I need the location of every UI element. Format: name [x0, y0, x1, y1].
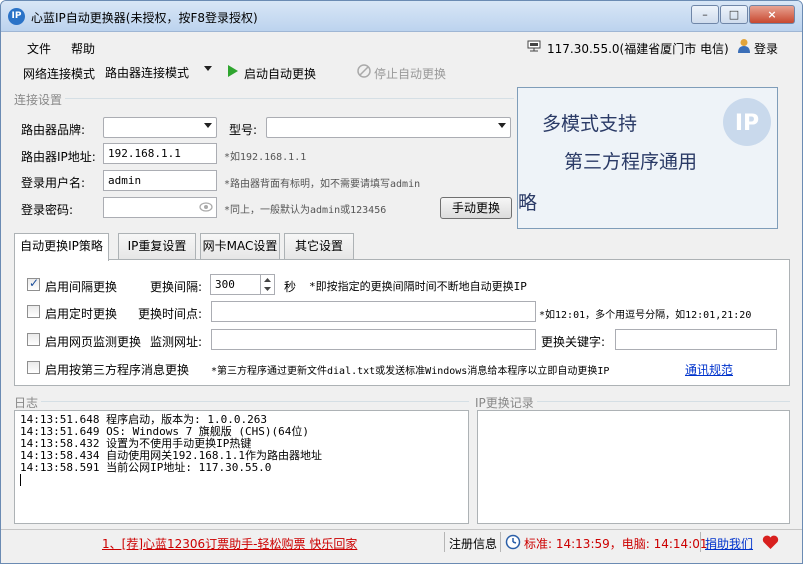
- toolbar: 网络连接模式 路由器连接模式 启动自动更换 停止自动更换: [1, 60, 802, 86]
- text-cursor: [20, 474, 21, 486]
- password-label: 登录密码:: [21, 203, 74, 217]
- tab-auto-strategy[interactable]: 自动更换IP策略: [14, 233, 109, 261]
- close-button[interactable]: ×: [749, 5, 795, 24]
- ip-history-list[interactable]: [477, 410, 790, 524]
- title-bar[interactable]: IP 心蓝IP自动更换器(未授权，按F8登录授权) – □ ×: [1, 1, 802, 32]
- router-model-select[interactable]: [266, 117, 511, 138]
- mode-label: 网络连接模式: [23, 67, 96, 81]
- chevron-down-icon: [204, 66, 212, 71]
- status-separator: [700, 532, 701, 552]
- ip-logo-watermark-icon: IP: [723, 98, 771, 146]
- timed-checkbox[interactable]: [27, 305, 40, 318]
- app-logo-icon: IP: [8, 8, 25, 25]
- timed-field-label: 更换时间点:: [138, 307, 203, 321]
- public-ip-status: 117.30.55.0(福建省厦门市 电信): [547, 42, 729, 56]
- interval-checkbox[interactable]: [27, 276, 40, 291]
- timed-hint: *如12:01，多个用逗号分隔，如12:01,21:20: [539, 310, 752, 321]
- main-window: IP 心蓝IP自动更换器(未授权，按F8登录授权) – □ × 文件 帮助 11…: [0, 0, 803, 564]
- time-sync-status: 标准: 14:13:59，电脑: 14:14:01: [524, 537, 708, 551]
- window-title: 心蓝IP自动更换器(未授权，按F8登录授权): [31, 11, 258, 25]
- router-brand-select[interactable]: [103, 117, 217, 138]
- log-group-label: 日志: [14, 394, 42, 411]
- stepper-arrows-icon: [264, 278, 271, 291]
- ip-logo-text: IP: [735, 111, 759, 136]
- keyword-label: 更换关键字:: [541, 335, 606, 349]
- status-separator: [444, 532, 445, 552]
- interval-label: 启用间隔更换: [45, 280, 118, 294]
- protocol-link[interactable]: 通讯规范: [685, 361, 733, 378]
- start-auto-switch-button[interactable]: 启动自动更换: [244, 65, 316, 82]
- user-icon: [738, 39, 750, 53]
- chevron-down-icon: [204, 123, 212, 128]
- banner-line-3: 略: [518, 192, 538, 214]
- router-ip-label: 路由器IP地址:: [21, 150, 96, 164]
- tab-mac-settings[interactable]: 网卡MAC设置: [200, 233, 280, 259]
- web-monitor-label: 启用网页监测更换: [45, 335, 142, 349]
- connection-group-label: 连接设置: [14, 91, 66, 108]
- tab-ip-repeat[interactable]: IP重复设置: [118, 233, 196, 259]
- router-model-label: 型号:: [229, 123, 258, 137]
- feature-banner: IP 多模式支持 第三方程序通用 略: [517, 87, 778, 229]
- router-brand-label: 路由器品牌:: [21, 123, 86, 137]
- log-lines: 14:13:51.648 程序启动，版本为: 1.0.0.263 14:13:5…: [20, 414, 322, 486]
- tab-other-settings[interactable]: 其它设置: [284, 233, 354, 259]
- third-party-hint: *第三方程序通过更新文件dial.txt或发送标准Windows消息给本程序以立…: [211, 366, 610, 377]
- network-icon: [527, 40, 541, 52]
- web-monitor-url-input[interactable]: [211, 329, 536, 350]
- third-party-checkbox[interactable]: [27, 361, 40, 374]
- log-line: 14:13:58.591 当前公网IP地址: 117.30.55.0: [20, 461, 272, 474]
- heart-icon: [762, 535, 779, 549]
- interval-hint: *即按指定的更换间隔时间不断地自动更换IP: [309, 280, 527, 293]
- register-info-button[interactable]: 注册信息: [449, 535, 497, 552]
- maximize-button[interactable]: □: [720, 5, 748, 24]
- menu-file[interactable]: 文件: [27, 40, 51, 57]
- eye-icon[interactable]: [199, 202, 213, 212]
- minimize-button[interactable]: –: [691, 5, 719, 24]
- router-ip-hint: *如192.168.1.1: [224, 152, 307, 163]
- stop-icon: [357, 64, 371, 78]
- banner-line-2: 第三方程序通用: [564, 151, 698, 173]
- status-bar: 1、[荐]心蓝12306订票助手-轻松购票 快乐回家 注册信息 标准: 14:1…: [1, 529, 802, 554]
- username-label: 登录用户名:: [21, 176, 86, 190]
- keyword-input[interactable]: [615, 329, 777, 350]
- clock-icon: [505, 534, 521, 550]
- status-separator: [500, 532, 501, 552]
- stop-auto-switch-button[interactable]: 停止自动更换: [374, 65, 446, 82]
- third-party-label: 启用按第三方程序消息更换: [45, 363, 190, 377]
- username-input[interactable]: admin: [103, 170, 217, 191]
- manual-switch-button[interactable]: 手动更换: [440, 197, 512, 219]
- chevron-down-icon: [498, 123, 506, 128]
- password-hint: *同上，一般默认为admin或123456: [224, 205, 387, 216]
- ip-history-label: IP更换记录: [475, 394, 537, 411]
- play-icon: [228, 65, 238, 77]
- menu-help[interactable]: 帮助: [71, 40, 95, 57]
- strategy-panel: 启用间隔更换 更换间隔: 300 秒 *即按指定的更换间隔时间不断地自动更换IP…: [14, 259, 790, 386]
- banner-line-1: 多模式支持: [542, 113, 638, 135]
- log-box[interactable]: 14:13:51.648 程序启动，版本为: 1.0.0.263 14:13:5…: [14, 410, 469, 524]
- mode-select-value: 路由器连接模式: [105, 66, 190, 80]
- interval-field-label: 更换间隔:: [150, 280, 203, 294]
- timed-input[interactable]: [211, 301, 536, 322]
- mode-select[interactable]: 路由器连接模式: [101, 61, 216, 82]
- login-button[interactable]: 登录: [754, 40, 778, 57]
- router-ip-input[interactable]: 192.168.1.1: [103, 143, 217, 164]
- timed-label: 启用定时更换: [45, 307, 118, 321]
- interval-unit: 秒: [284, 280, 297, 294]
- menu-bar: 文件 帮助 117.30.55.0(福建省厦门市 电信) 登录: [1, 32, 802, 60]
- donate-link[interactable]: 捐助我们: [705, 535, 753, 552]
- interval-stepper[interactable]: [260, 275, 274, 294]
- username-hint: *路由器背面有标明，如不需要请填写admin: [224, 179, 421, 190]
- web-monitor-field-label: 监测网址:: [150, 335, 203, 349]
- web-monitor-checkbox[interactable]: [27, 333, 40, 346]
- ad-link[interactable]: 1、[荐]心蓝12306订票助手-轻松购票 快乐回家: [102, 535, 357, 552]
- log-group-border: [14, 401, 469, 402]
- connection-group-border: [14, 98, 514, 99]
